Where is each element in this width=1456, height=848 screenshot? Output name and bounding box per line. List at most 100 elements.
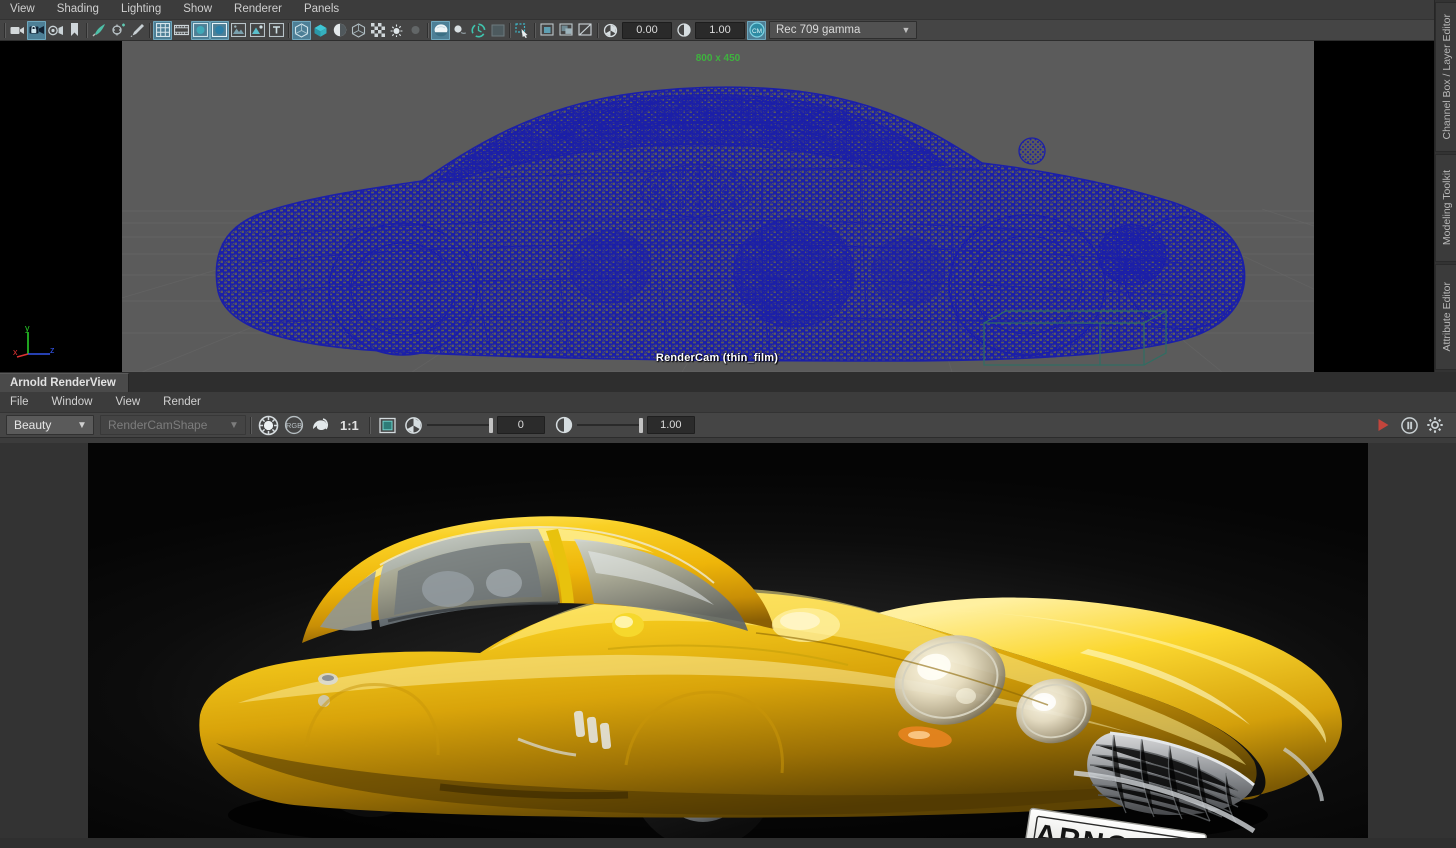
gamma-icon[interactable] — [674, 21, 693, 40]
menu-shading[interactable]: Shading — [57, 0, 99, 19]
menu-view[interactable]: View — [10, 0, 35, 19]
gamma-slider-knob[interactable] — [638, 417, 643, 433]
isolate-select-icon[interactable] — [513, 21, 532, 40]
tab-channel-box-layer-editor[interactable]: Channel Box / Layer Editor — [1435, 2, 1456, 152]
grid-toggle-icon[interactable] — [153, 20, 172, 40]
tab-attribute-editor-label: Attribute Editor — [1440, 282, 1453, 352]
screen-space-ao-icon[interactable] — [450, 21, 469, 40]
maya-viewport-toolbar: 0.00 1.00 CM Rec 709 gamma ▼ — [0, 19, 1434, 41]
zoom-ratio-label[interactable]: 1:1 — [333, 418, 366, 433]
svg-text:x: x — [13, 347, 18, 357]
maya-3d-viewport[interactable]: 800 x 450 RenderCam (thin_film) y x z — [0, 41, 1434, 372]
axis-gizmo: y x z — [12, 320, 58, 364]
rendered-image[interactable]: ARNOLD I — [88, 443, 1368, 848]
multisample-icon[interactable] — [488, 21, 507, 40]
shadows-toggle-icon[interactable] — [330, 21, 349, 40]
gamma-icon[interactable] — [551, 414, 577, 436]
svg-text:y: y — [25, 323, 30, 333]
lock-camera-icon[interactable] — [27, 20, 46, 40]
default-lighting-icon[interactable] — [387, 21, 406, 40]
transparency-checker-icon[interactable] — [368, 21, 387, 40]
menu-show[interactable]: Show — [183, 0, 212, 19]
xray-joints-icon[interactable] — [311, 21, 330, 40]
exposure-value[interactable]: 0.00 — [622, 21, 672, 39]
aov-select-value: Beauty — [14, 418, 52, 432]
arv-menu-file[interactable]: File — [10, 396, 29, 408]
gear-icon[interactable] — [1422, 414, 1448, 436]
gamma-value[interactable]: 1.00 — [646, 416, 695, 434]
svg-text:800 x 450: 800 x 450 — [696, 53, 741, 64]
start-render-icon[interactable] — [1370, 414, 1396, 436]
exposure-slider[interactable] — [426, 417, 493, 433]
windscreen — [574, 539, 748, 631]
arnold-renderview-panel: Arnold RenderView File Window View Rende… — [0, 372, 1456, 848]
svg-text:RGB: RGB — [286, 421, 302, 430]
arv-menu-view[interactable]: View — [115, 396, 140, 408]
display-layers-icon[interactable] — [538, 21, 557, 40]
exposure-slider-track[interactable] — [426, 424, 489, 426]
arv-menu-render[interactable]: Render — [163, 396, 201, 408]
motion-blur-icon[interactable] — [469, 21, 488, 40]
right-sidebar-tabs: Channel Box / Layer Editor Modeling Tool… — [1434, 0, 1456, 372]
aov-select[interactable]: Beauty ▼ — [6, 415, 94, 435]
arv-menu-window[interactable]: Window — [52, 396, 93, 408]
menu-renderer[interactable]: Renderer — [234, 0, 282, 19]
exposure-value[interactable]: 0 — [496, 416, 545, 434]
exposure-icon[interactable] — [601, 21, 620, 40]
alpha-channel-icon[interactable] — [307, 414, 333, 436]
tab-modeling-toolkit-label: Modeling Toolkit — [1440, 170, 1453, 246]
brush-tool-icon[interactable] — [128, 21, 147, 40]
xray-text-icon[interactable] — [267, 21, 286, 40]
side-window — [377, 529, 560, 627]
lighting-quality-icon[interactable] — [248, 21, 267, 40]
fit-to-window-icon[interactable] — [375, 414, 401, 436]
headlights — [894, 635, 1092, 744]
gamma-slider-track[interactable] — [576, 424, 639, 426]
textured-shading-icon[interactable] — [229, 21, 248, 40]
arnold-status-bar — [0, 838, 1456, 848]
xray-mode-icon[interactable] — [292, 20, 311, 40]
arnold-renderview-tab[interactable]: Arnold RenderView — [0, 373, 129, 392]
color-profile-select[interactable]: Rec 709 gamma ▼ — [769, 21, 917, 39]
render-region-icon[interactable] — [255, 414, 281, 436]
camera-attributes-icon[interactable] — [46, 21, 65, 40]
pause-render-icon[interactable] — [1396, 414, 1422, 436]
gamma-value[interactable]: 1.00 — [695, 21, 745, 39]
car-roof — [302, 516, 774, 643]
no-gamma-icon[interactable] — [576, 21, 595, 40]
two-sided-lighting-icon[interactable] — [406, 21, 425, 40]
gamma-slider[interactable] — [576, 417, 643, 433]
film-gate-icon[interactable] — [172, 21, 191, 40]
viewport-camera-label: RenderCam (thin_film) — [655, 352, 779, 364]
rgb-channel-icon[interactable]: RGB — [281, 414, 307, 436]
maya-arnold-window: View Shading Lighting Show Renderer Pane… — [0, 0, 1456, 848]
ambient-occlusion-icon[interactable] — [349, 21, 368, 40]
wireframe-shading-icon[interactable] — [191, 20, 210, 40]
menu-panels[interactable]: Panels — [304, 0, 339, 19]
arnold-render-canvas[interactable]: ARNOLD I — [0, 443, 1456, 848]
paint-effects-icon[interactable] — [90, 21, 109, 40]
menu-lighting[interactable]: Lighting — [121, 0, 161, 19]
chevron-down-icon: ▼ — [901, 25, 911, 35]
car-body — [199, 591, 1257, 818]
camera-select[interactable]: RenderCamShape ▼ — [100, 415, 246, 435]
smooth-shade-all-icon[interactable] — [210, 20, 229, 40]
tab-modeling-toolkit[interactable]: Modeling Toolkit — [1435, 154, 1456, 262]
rendered-car: ARNOLD I — [199, 516, 1342, 848]
exposure-icon[interactable] — [401, 414, 427, 436]
toolbar-separator — [246, 416, 255, 434]
arnold-renderview-titlebar: Arnold RenderView — [0, 372, 1456, 392]
exposure-panel-icon[interactable] — [557, 21, 576, 40]
tab-attribute-editor[interactable]: Attribute Editor — [1435, 264, 1456, 370]
bookmark-icon[interactable] — [65, 21, 84, 40]
exposure-slider-knob[interactable] — [488, 417, 493, 433]
shadow-pass-icon[interactable] — [431, 20, 450, 40]
render-contact-shadow — [190, 782, 1266, 822]
chevron-down-icon: ▼ — [229, 419, 239, 431]
add-light-icon[interactable] — [109, 21, 128, 40]
render-floor — [88, 698, 1368, 848]
arnold-renderview-title: Arnold RenderView — [10, 377, 116, 389]
select-camera-icon[interactable] — [8, 21, 27, 40]
side-vents — [573, 710, 612, 750]
color-management-icon[interactable]: CM — [747, 20, 766, 40]
